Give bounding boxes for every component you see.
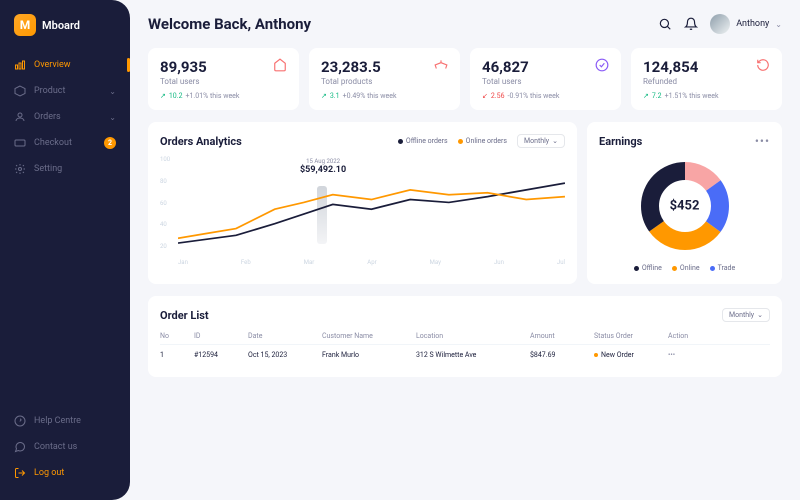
dot-icon xyxy=(458,139,463,144)
dot-icon xyxy=(398,139,403,144)
chevron-down-icon: ⌄ xyxy=(552,137,558,145)
sidebar-item-logout[interactable]: Log out xyxy=(0,460,130,486)
sidebar-item-label: Setting xyxy=(34,164,62,174)
sidebar-item-label: Log out xyxy=(34,468,64,478)
sidebar: M Mboard Overview Product ⌄ Orders ⌄ Che… xyxy=(0,0,130,500)
chat-icon xyxy=(14,441,26,453)
stat-label: Total users xyxy=(482,77,609,86)
status-badge: New Order xyxy=(594,351,664,359)
donut-chart: $452 xyxy=(635,156,735,256)
dot-icon xyxy=(634,266,639,271)
table-row[interactable]: 1 #12594 Oct 15, 2023 Frank Murlo 312 S … xyxy=(160,345,770,365)
stat-trend: ↙2.56-0.91% this week xyxy=(482,92,609,100)
dot-icon xyxy=(710,266,715,271)
header-actions: Anthony ⌄ xyxy=(658,14,782,34)
gear-icon xyxy=(14,163,26,175)
stat-label: Total users xyxy=(160,77,287,86)
sidebar-item-label: Contact us xyxy=(34,442,77,452)
stat-label: Total products xyxy=(321,77,448,86)
order-table: No ID Date Customer Name Location Amount… xyxy=(160,328,770,365)
donut-center-value: $452 xyxy=(670,199,700,214)
stat-trend: ↗10.2+1.01% this week xyxy=(160,92,287,100)
chevron-down-icon: ⌄ xyxy=(757,311,763,319)
badge-count: 2 xyxy=(104,137,116,149)
dot-icon xyxy=(594,353,598,357)
header: Welcome Back, Anthony Anthony ⌄ xyxy=(148,14,782,34)
earnings-card: Earnings ••• $452 Offline xyxy=(587,122,782,284)
card-title: Order List xyxy=(160,309,209,322)
bell-icon[interactable] xyxy=(684,17,698,31)
refund-icon xyxy=(756,58,770,72)
sidebar-item-checkout[interactable]: Checkout 2 xyxy=(0,130,130,156)
chevron-down-icon: ⌄ xyxy=(109,87,116,96)
user-menu[interactable]: Anthony ⌄ xyxy=(710,14,782,34)
sidebar-item-product[interactable]: Product ⌄ xyxy=(0,78,130,104)
stat-card-users: 89,935 Total users ↗10.2+1.01% this week xyxy=(148,48,299,110)
card-title: Orders Analytics xyxy=(160,135,242,148)
search-icon[interactable] xyxy=(658,17,672,31)
stat-value: 89,935 xyxy=(160,58,287,76)
stat-value: 124,854 xyxy=(643,58,770,76)
sidebar-item-label: Orders xyxy=(34,112,61,122)
help-icon xyxy=(14,415,26,427)
nav-bottom: Help Centre Contact us Log out xyxy=(0,408,130,486)
card-icon xyxy=(14,137,26,149)
sidebar-item-label: Product xyxy=(34,86,65,96)
row-actions[interactable]: ••• xyxy=(668,351,708,359)
card-title: Earnings xyxy=(599,135,642,148)
stat-value: 46,827 xyxy=(482,58,609,76)
avatar xyxy=(710,14,730,34)
main-content: Welcome Back, Anthony Anthony ⌄ 89,935 T… xyxy=(130,0,800,500)
more-icon[interactable]: ••• xyxy=(755,134,770,148)
chevron-down-icon: ⌄ xyxy=(775,20,782,29)
stat-value: 23,283.5 xyxy=(321,58,448,76)
stat-trend: ↗7.2+1.51% this week xyxy=(643,92,770,100)
stat-card-users-2: 46,827 Total users ↙2.56-0.91% this week xyxy=(470,48,621,110)
sidebar-item-orders[interactable]: Orders ⌄ xyxy=(0,104,130,130)
period-dropdown[interactable]: Monthly⌄ xyxy=(517,134,565,148)
ship-icon xyxy=(434,58,448,72)
analytics-card: Orders Analytics Offline orders Online o… xyxy=(148,122,577,284)
page-title: Welcome Back, Anthony xyxy=(148,15,311,33)
logo[interactable]: M Mboard xyxy=(0,14,130,52)
sidebar-item-label: Checkout xyxy=(34,138,72,148)
stat-trend: ↗3.1+0.49% this week xyxy=(321,92,448,100)
stat-card-products: 23,283.5 Total products ↗3.1+0.49% this … xyxy=(309,48,460,110)
stats-row: 89,935 Total users ↗10.2+1.01% this week… xyxy=(148,48,782,110)
period-dropdown[interactable]: Monthly⌄ xyxy=(722,308,770,322)
sidebar-item-help[interactable]: Help Centre xyxy=(0,408,130,434)
sidebar-item-overview[interactable]: Overview xyxy=(0,52,130,78)
dot-icon xyxy=(672,266,677,271)
table-header: No ID Date Customer Name Location Amount… xyxy=(160,328,770,345)
sidebar-item-contact[interactable]: Contact us xyxy=(0,434,130,460)
donut-legend: Offline Online Trade xyxy=(634,264,735,272)
stat-card-refunded: 124,854 Refunded ↗7.2+1.51% this week xyxy=(631,48,782,110)
home-icon xyxy=(273,58,287,72)
sidebar-item-label: Overview xyxy=(34,60,70,70)
logo-icon: M xyxy=(14,14,36,36)
line-chart: 10080604020 15 Aug 2022 $59,492.10 JanFe… xyxy=(160,156,565,266)
user-icon xyxy=(14,111,26,123)
stat-label: Refunded xyxy=(643,77,770,86)
chevron-down-icon: ⌄ xyxy=(109,113,116,122)
sidebar-item-label: Help Centre xyxy=(34,416,81,426)
sidebar-item-setting[interactable]: Setting xyxy=(0,156,130,182)
cube-icon xyxy=(14,85,26,97)
logout-icon xyxy=(14,467,26,479)
orderlist-card: Order List Monthly⌄ No ID Date Customer … xyxy=(148,296,782,377)
check-icon xyxy=(595,58,609,72)
user-name: Anthony xyxy=(736,19,769,29)
chart-bar-icon xyxy=(14,59,26,71)
chart-legend: Offline orders Online orders Monthly⌄ xyxy=(398,134,565,148)
logo-text: Mboard xyxy=(42,19,80,32)
nav-main: Overview Product ⌄ Orders ⌄ Checkout 2 S… xyxy=(0,52,130,408)
